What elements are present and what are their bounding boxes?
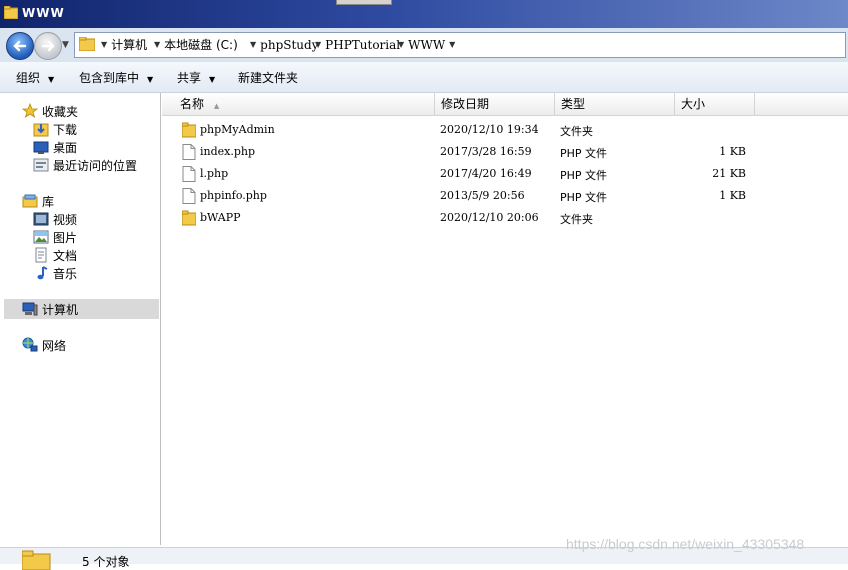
file-type: PHP 文件 [560,147,608,160]
file-name: index.php [200,145,256,158]
file-type: PHP 文件 [560,191,608,204]
folder-icon [182,210,196,226]
folder-icon [182,122,196,138]
folder-icon [4,6,18,19]
network-icon [22,337,38,352]
arrow-left-icon [13,40,27,52]
file-name: bWAPP [200,211,241,224]
file-modified: 2020/12/10 19:34 [440,123,539,136]
folder-icon [22,550,51,570]
file-name: phpinfo.php [200,189,267,202]
file-name: l.php [200,167,229,180]
file-type: 文件夹 [560,213,593,226]
column-header-row: 名称 ▲ 修改日期 类型 大小 [162,93,848,116]
nav-item-downloads[interactable]: 下载 [33,120,77,138]
desktop-icon [33,141,49,154]
nav-item-documents[interactable]: 文档 [33,246,77,264]
address-bar: ▼ ▼ 计算机 ▼ 本地磁盘 (C:) ▼ phpStudy ▼ PHPTuto… [0,28,848,63]
chevron-down-icon: ▼ [209,75,216,84]
table-row[interactable]: phpMyAdmin 2020/12/10 19:34 文件夹 [162,121,848,141]
chevron-down-icon: ▼ [147,75,154,84]
file-size: 1 KB [719,189,746,202]
chevron-down-icon: ▼ [48,75,55,84]
column-header-size[interactable]: 大小 [675,93,755,115]
chevron-down-icon: ▼ [449,40,456,49]
file-type: PHP 文件 [560,169,608,182]
file-type: 文件夹 [560,125,593,138]
file-icon [182,188,196,204]
share-button[interactable]: 共享 ▼ [177,69,215,86]
item-count: 5 个对象 [82,555,130,569]
include-in-library-button[interactable]: 包含到库中 ▼ [79,69,153,86]
nav-item-network[interactable]: 网络 [22,336,66,354]
watermark: https://blog.csdn.net/weixin_43305348 [566,536,805,552]
star-icon [22,103,38,118]
arrow-right-icon [41,40,55,52]
recent-pages-dropdown[interactable]: ▼ [62,40,69,50]
forward-button[interactable] [34,32,62,60]
nav-item-music[interactable]: 音乐 [33,264,77,282]
command-bar: 组织 ▼ 包含到库中 ▼ 共享 ▼ 新建文件夹 [0,62,848,93]
file-modified: 2017/4/20 16:49 [440,167,532,180]
sort-ascending-icon: ▲ [213,102,220,110]
breadcrumb-item-local-disk[interactable]: ▼ 本地磁盘 (C:) [154,33,238,57]
file-modified: 2020/12/10 20:06 [440,211,539,224]
nav-item-favorites[interactable]: 收藏夹 [22,102,78,120]
nav-item-videos[interactable]: 视频 [33,210,77,228]
table-row[interactable]: l.php 2017/4/20 16:49 PHP 文件 21 KB [162,165,848,185]
folder-icon [79,37,95,51]
file-modified: 2017/3/28 16:59 [440,145,532,158]
chevron-down-icon: ▼ [398,40,405,49]
column-header-name[interactable]: 名称 ▲ [174,93,435,115]
nav-item-recent-places[interactable]: 最近访问的位置 [33,156,137,174]
library-icon [22,194,38,208]
navigation-pane: 收藏夹 下载 桌面 最近访问的位置 库 视频 图片 文档 音乐 计算机 网络 [0,93,161,545]
new-folder-button[interactable]: 新建文件夹 [238,69,298,86]
file-icon [182,144,196,160]
table-row[interactable]: index.php 2017/3/28 16:59 PHP 文件 1 KB [162,143,848,163]
breadcrumb-item-phpstudy[interactable]: ▼ phpStudy [250,33,318,57]
file-list: 名称 ▲ 修改日期 类型 大小 phpMyAdmin 2020/12/10 19:… [162,93,848,545]
nav-item-pictures[interactable]: 图片 [33,228,77,246]
recent-places-icon [33,158,49,172]
table-row[interactable]: phpinfo.php 2013/5/9 20:56 PHP 文件 1 KB [162,187,848,207]
organize-button[interactable]: 组织 ▼ [16,69,54,86]
column-header-type[interactable]: 类型 [555,93,675,115]
file-icon [182,166,196,182]
nav-item-libraries[interactable]: 库 [22,192,54,210]
file-size: 21 KB [712,167,746,180]
music-note-icon [37,266,48,280]
breadcrumb-item-phptutorial[interactable]: ▼ PHPTutorial [315,33,400,57]
window-title: WWW [22,6,65,20]
nav-item-computer[interactable]: 计算机 [22,300,78,318]
chevron-down-icon: ▼ [154,40,161,49]
breadcrumb-item-computer[interactable]: ▼ 计算机 [101,33,147,57]
column-header-modified[interactable]: 修改日期 [435,93,555,115]
video-icon [33,212,49,226]
title-bar: WWW [0,0,848,28]
breadcrumb[interactable]: ▼ 计算机 ▼ 本地磁盘 (C:) ▼ phpStudy ▼ PHPTutori… [74,32,846,58]
table-row[interactable]: bWAPP 2020/12/10 20:06 文件夹 [162,209,848,229]
breadcrumb-item-www[interactable]: ▼ WWW ▼ [398,33,459,57]
file-name: phpMyAdmin [200,123,275,136]
window-controls[interactable] [336,0,392,5]
document-icon [35,247,47,263]
download-icon [33,123,49,137]
chevron-down-icon: ▼ [315,40,322,49]
file-modified: 2013/5/9 20:56 [440,189,525,202]
picture-icon [33,230,49,244]
file-size: 1 KB [719,145,746,158]
back-button[interactable] [6,32,34,60]
computer-icon [22,302,38,316]
chevron-down-icon: ▼ [250,40,257,49]
nav-item-desktop[interactable]: 桌面 [33,138,77,156]
chevron-down-icon: ▼ [101,40,108,49]
